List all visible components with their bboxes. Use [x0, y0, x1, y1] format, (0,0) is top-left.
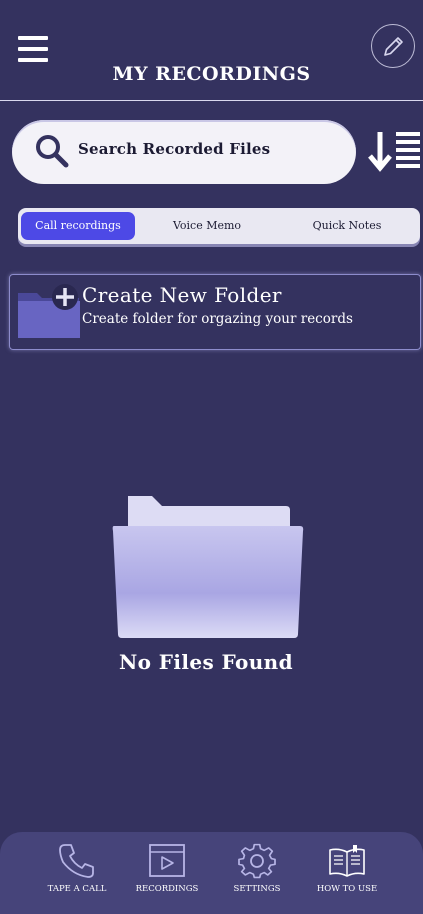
page-title: MY RECORDINGS [112, 63, 311, 85]
search-input[interactable]: Search Recorded Files [78, 140, 270, 158]
empty-state-text: No Files Found [118, 650, 294, 674]
video-player-icon [149, 844, 185, 877]
search-bar[interactable]: Search Recorded Files [12, 120, 356, 184]
folder-add-icon [18, 284, 80, 338]
empty-folder-icon [112, 496, 304, 638]
sort-down-icon[interactable] [368, 130, 422, 174]
tab-call-recordings[interactable]: Call recordings [21, 212, 135, 240]
nav-label-settings: SETTINGS [233, 884, 281, 894]
tab-quick-notes[interactable]: Quick Notes [288, 212, 406, 240]
nav-label-recordings: RECORDINGS [135, 884, 199, 894]
search-icon [36, 135, 69, 168]
create-folder-subtitle: Create folder for orgazing your records [82, 311, 353, 327]
header-divider [0, 100, 423, 101]
nav-tape-a-call[interactable]: TAPE A CALL [42, 842, 112, 894]
hamburger-menu-icon[interactable] [18, 36, 48, 62]
nav-label-tape-a-call: TAPE A CALL [47, 884, 107, 894]
tab-bar: Call recordings Voice Memo Quick Notes [18, 208, 420, 244]
nav-label-how-to-use: HOW TO USE [316, 884, 378, 894]
nav-settings[interactable]: SETTINGS [222, 842, 292, 894]
tab-voice-memo[interactable]: Voice Memo [148, 212, 266, 240]
pencil-icon [384, 37, 403, 56]
gear-icon [238, 843, 276, 879]
phone-icon [59, 844, 94, 878]
create-folder-title: Create New Folder [82, 283, 282, 307]
book-icon [329, 845, 365, 877]
bottom-navigation: TAPE A CALL RECORDINGS SETTINGS HOW TO U… [0, 832, 423, 914]
edit-button[interactable] [371, 24, 415, 68]
nav-how-to-use[interactable]: HOW TO USE [312, 842, 382, 894]
nav-recordings[interactable]: RECORDINGS [132, 842, 202, 894]
create-folder-card[interactable]: Create New Folder Create folder for orga… [9, 274, 421, 350]
